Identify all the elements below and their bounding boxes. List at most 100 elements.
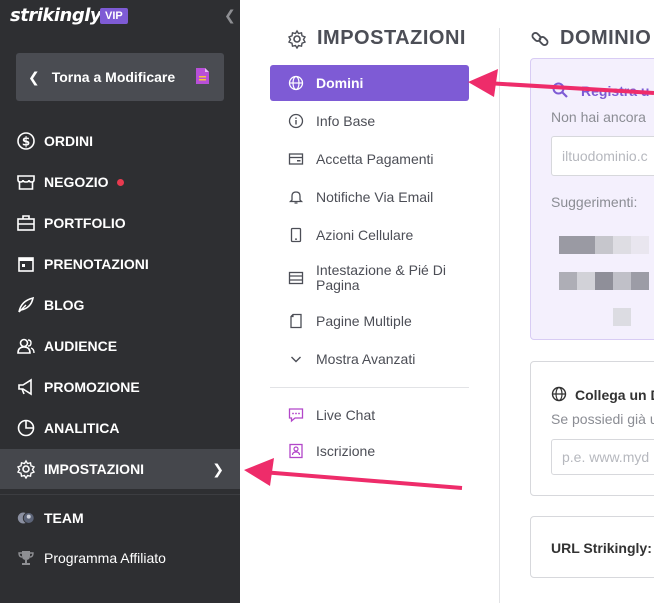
menu-item-label: Azioni Cellulare (316, 227, 414, 243)
menu-item-domini[interactable]: Domini (270, 65, 469, 101)
domain-title: DOMINIO (530, 27, 651, 50)
menu-item-label: Mostra Avanzati (316, 351, 416, 367)
menu-item-label: Live Chat (316, 407, 376, 423)
sidebar-item-portfolio[interactable]: PORTFOLIO (0, 203, 240, 243)
menu-item-mostra-avanzati[interactable]: Mostra Avanzati (270, 341, 469, 377)
sidebar-item-label: IMPOSTAZIONI (44, 461, 145, 477)
blurred-suggestion (595, 236, 613, 254)
menu-item-notifiche-email[interactable]: Notifiche Via Email (270, 179, 469, 215)
blurred-suggestion[interactable] (559, 272, 577, 290)
search-icon (552, 82, 568, 98)
menu-item-azioni-cellulare[interactable]: Azioni Cellulare (270, 217, 469, 253)
chevron-right-icon: ❯ (212, 460, 224, 477)
sidebar-item-label: PROMOZIONE (44, 379, 140, 395)
sidebar-item-impostazioni[interactable]: IMPOSTAZIONI ❯ (0, 449, 240, 489)
domain-search-input[interactable]: iltuodominio.c (551, 136, 654, 176)
sidebar-item-ordini[interactable]: $ ORDINI (0, 121, 240, 161)
layout-icon (288, 270, 304, 286)
megaphone-icon (16, 377, 36, 397)
blurred-suggestion (613, 308, 631, 326)
sidebar-item-team[interactable]: TEAM (0, 498, 240, 538)
chat-icon (288, 407, 304, 423)
sidebar-item-blog[interactable]: BLOG (0, 285, 240, 325)
menu-item-info-base[interactable]: Info Base (270, 103, 469, 139)
column-divider (499, 28, 500, 603)
blurred-suggestion (613, 236, 631, 254)
chevron-down-icon (288, 351, 304, 367)
sidebar-item-label: AUDIENCE (44, 338, 118, 354)
sidebar-item-analitica[interactable]: ANALITICA (0, 408, 240, 448)
sidebar-item-audience[interactable]: AUDIENCE (0, 326, 240, 366)
menu-item-label: Accetta Pagamenti (316, 151, 434, 167)
menu-item-intestazione[interactable]: Intestazione & Pié Di Pagina (270, 260, 469, 296)
blurred-suggestion (631, 236, 649, 254)
menu-item-live-chat[interactable]: Live Chat (270, 397, 469, 433)
globe-icon (551, 386, 567, 402)
menu-item-label: Pagine Multiple (316, 313, 412, 329)
connect-domain-input[interactable]: p.e. www.myd (551, 439, 654, 475)
settings-title: IMPOSTAZIONI (287, 27, 466, 50)
team-avatar-icon (16, 508, 36, 528)
card-icon (288, 151, 304, 167)
briefcase-icon (16, 213, 36, 233)
bell-icon (288, 189, 304, 205)
menu-item-pagine-multiple[interactable]: Pagine Multiple (270, 303, 469, 339)
connect-domain-text: Se possiedi già u (551, 411, 654, 427)
trophy-icon (16, 548, 36, 568)
sidebar-item-label: Programma Affiliato (44, 550, 166, 566)
gear-icon (16, 459, 36, 479)
globe-icon (288, 75, 304, 91)
sidebar-item-promozione[interactable]: PROMOZIONE (0, 367, 240, 407)
sidebar-divider (0, 494, 240, 495)
users-icon (16, 336, 36, 356)
connect-domain-card: Collega un D Se possiedi già u p.e. www.… (530, 361, 654, 496)
pages-icon (288, 313, 304, 329)
back-button-label: Torna a Modificare (51, 69, 176, 85)
store-icon (16, 172, 36, 192)
quill-icon (16, 295, 36, 315)
strikingly-url-title: URL Strikingly: (551, 540, 652, 556)
menu-divider (270, 387, 469, 388)
collapse-sidebar-icon[interactable]: ❮ (224, 7, 236, 24)
sidebar-item-label: TEAM (44, 510, 84, 526)
pie-chart-icon (16, 418, 36, 438)
strikingly-logo[interactable]: strikingly (10, 5, 102, 26)
sidebar-item-negozio[interactable]: NEGOZIO (0, 162, 240, 202)
blurred-suggestion[interactable] (559, 236, 595, 254)
settings-title-text: IMPOSTAZIONI (317, 27, 466, 49)
info-icon (288, 113, 304, 129)
blurred-suggestion (595, 272, 613, 290)
blurred-suggestion (631, 272, 649, 290)
sidebar-item-label: BLOG (44, 297, 85, 313)
menu-item-iscrizione[interactable]: Iscrizione (270, 433, 469, 469)
sidebar-item-label: PORTFOLIO (44, 215, 126, 231)
chevron-left-icon: ❮ (28, 68, 40, 85)
blurred-suggestion (613, 272, 631, 290)
menu-item-accetta-pagamenti[interactable]: Accetta Pagamenti (270, 141, 469, 177)
svg-text:$: $ (22, 135, 30, 149)
link-icon (531, 31, 549, 46)
vip-badge: VIP (100, 8, 128, 24)
notification-dot (116, 178, 124, 186)
sidebar-item-prenotazioni[interactable]: PRENOTAZIONI (0, 244, 240, 284)
strikingly-url-card: URL Strikingly: (530, 516, 654, 578)
menu-item-label: Notifiche Via Email (316, 189, 434, 205)
sidebar-item-label: NEGOZIO (44, 174, 109, 190)
suggestions-label: Suggerimenti: (551, 194, 638, 210)
calendar-icon (16, 254, 36, 274)
sidebar-item-label: ORDINI (44, 133, 93, 149)
sidebar-item-affiliato[interactable]: Programma Affiliato (0, 538, 240, 578)
register-domain-card: Registra u Non hai ancora iltuodominio.c… (530, 58, 654, 340)
sidebar: strikingly VIP ❮ ❮ Torna a Modificare $ … (0, 0, 240, 603)
menu-item-label: Intestazione & Pié Di Pagina (316, 262, 446, 293)
menu-item-label: Info Base (316, 113, 376, 129)
signup-icon (288, 443, 304, 459)
connect-domain-title: Collega un D (575, 387, 654, 403)
register-domain-text: Non hai ancora (551, 109, 646, 125)
dollar-circle-icon: $ (16, 131, 36, 151)
back-to-edit-button[interactable]: ❮ Torna a Modificare (16, 53, 224, 101)
sidebar-item-label: PRENOTAZIONI (44, 256, 149, 272)
menu-item-label: Iscrizione (316, 443, 376, 459)
blurred-suggestion (577, 272, 595, 290)
mobile-icon (288, 227, 304, 243)
